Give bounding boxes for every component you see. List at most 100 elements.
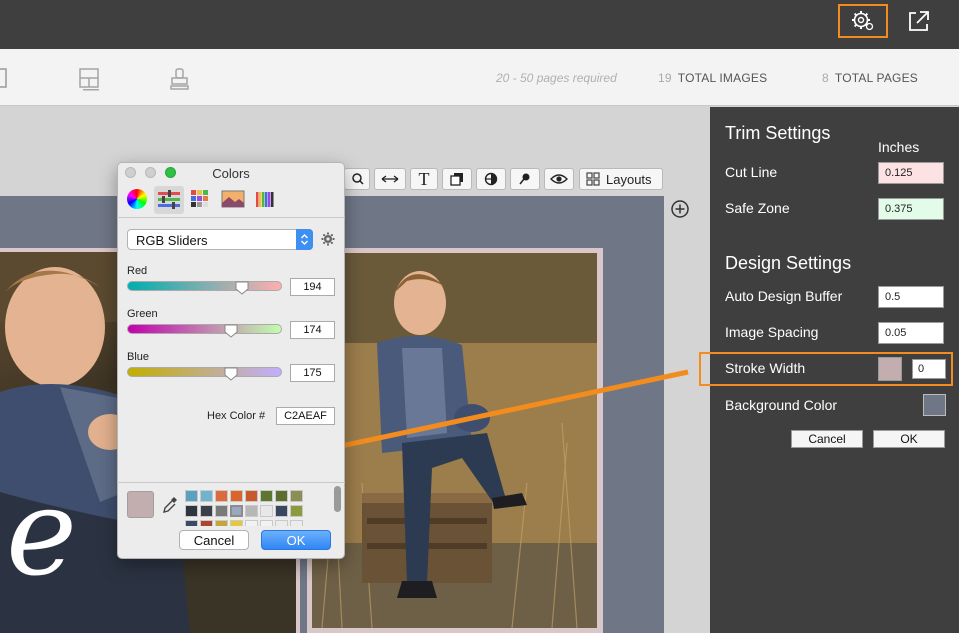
pencils-tab[interactable] — [255, 189, 277, 209]
current-color-well[interactable] — [127, 491, 154, 518]
dialog-ok-button[interactable]: OK — [261, 530, 331, 550]
script-text-overlay[interactable]: e — [6, 474, 77, 594]
color-swatch[interactable] — [290, 520, 303, 526]
color-swatch[interactable] — [200, 520, 213, 526]
dialog-options-button[interactable] — [321, 232, 335, 246]
color-wheel-tab[interactable] — [127, 189, 147, 209]
color-swatch[interactable] — [230, 490, 243, 502]
layout-tool[interactable] — [78, 66, 102, 92]
total-pages-stat: 8 TOTAL PAGES — [822, 71, 918, 85]
eye-icon — [550, 174, 568, 184]
color-swatch[interactable] — [230, 520, 243, 526]
mode-select-stepper[interactable] — [296, 229, 313, 250]
zoom-tool-button[interactable] — [344, 168, 370, 190]
green-slider[interactable] — [127, 324, 282, 334]
green-value-input[interactable]: 174 — [290, 321, 335, 339]
half-circle-icon — [484, 172, 498, 186]
cut-line-input[interactable]: 0.125 — [878, 162, 944, 184]
total-images-count: 19 — [658, 71, 672, 85]
color-swatch[interactable] — [200, 505, 213, 517]
total-pages-count: 8 — [822, 71, 829, 85]
layout-grid-icon — [79, 68, 99, 91]
slider-thumb-icon — [235, 281, 249, 295]
image-spacing-label: Image Spacing — [725, 324, 819, 340]
blue-slider[interactable] — [127, 367, 282, 377]
red-slider[interactable] — [127, 281, 282, 291]
blue-label: Blue — [127, 351, 150, 363]
color-swatch[interactable] — [275, 505, 288, 517]
color-swatch[interactable] — [245, 490, 258, 502]
arrange-tool-button[interactable] — [442, 168, 472, 190]
stroke-width-input[interactable]: 0 — [912, 359, 946, 379]
color-swatch[interactable] — [290, 490, 303, 502]
color-swatch[interactable] — [245, 505, 258, 517]
pages-tool[interactable] — [0, 66, 20, 92]
color-palettes-tab[interactable] — [190, 189, 210, 209]
blue-value-input[interactable]: 175 — [290, 364, 335, 382]
color-swatch[interactable] — [215, 490, 228, 502]
external-link-icon — [909, 11, 929, 31]
stroke-color-swatch[interactable] — [878, 357, 902, 381]
grid-icon — [586, 172, 600, 186]
color-swatch[interactable] — [230, 505, 243, 517]
color-swatch[interactable] — [275, 490, 288, 502]
color-swatch[interactable] — [260, 490, 273, 502]
settings-button[interactable] — [838, 4, 888, 38]
color-swatch[interactable] — [185, 520, 198, 526]
width-tool-button[interactable] — [374, 168, 406, 190]
layouts-button[interactable]: Layouts — [579, 168, 663, 190]
image-palettes-tab[interactable] — [221, 189, 245, 209]
pin-tool-button[interactable] — [510, 168, 540, 190]
auto-design-buffer-input[interactable]: 0.5 — [878, 286, 944, 308]
color-swatch[interactable] — [275, 520, 288, 526]
color-swatch[interactable] — [290, 505, 303, 517]
auto-design-buffer-label: Auto Design Buffer — [725, 288, 843, 304]
color-swatch[interactable] — [215, 505, 228, 517]
total-pages-label: TOTAL PAGES — [834, 71, 918, 85]
text-tool-button[interactable]: T — [410, 168, 438, 190]
horizontal-arrows-icon — [381, 175, 399, 183]
color-swatch[interactable] — [260, 520, 273, 526]
blue-slider-thumb[interactable] — [224, 367, 238, 381]
color-sliders-tab[interactable] — [154, 186, 184, 214]
color-swatch[interactable] — [215, 520, 228, 526]
background-color-swatch[interactable] — [923, 394, 946, 416]
preview-tool-button[interactable] — [544, 168, 574, 190]
color-swatch[interactable] — [245, 520, 258, 526]
panel-cancel-button[interactable]: Cancel — [791, 430, 863, 448]
filter-tool-button[interactable] — [476, 168, 506, 190]
safe-zone-label: Safe Zone — [725, 200, 790, 216]
color-swatch[interactable] — [200, 490, 213, 502]
swatch-grid[interactable] — [185, 490, 313, 526]
top-bar — [0, 0, 959, 49]
colors-dialog-title: Colors — [212, 166, 250, 181]
slider-thumb-icon — [224, 367, 238, 381]
safe-zone-input[interactable]: 0.375 — [878, 198, 944, 220]
swatch-scrollbar[interactable] — [334, 486, 341, 512]
color-swatch[interactable] — [260, 505, 273, 517]
pages-icon — [0, 68, 7, 88]
color-swatch[interactable] — [185, 505, 198, 517]
stamp-tool[interactable] — [168, 66, 192, 92]
eyedropper-icon — [163, 497, 177, 513]
red-value-input[interactable]: 194 — [290, 278, 335, 296]
image-spacing-input[interactable]: 0.05 — [878, 322, 944, 344]
design-settings-title: Design Settings — [725, 253, 852, 273]
green-slider-thumb[interactable] — [224, 324, 238, 338]
red-slider-thumb[interactable] — [235, 281, 249, 295]
dialog-cancel-button[interactable]: Cancel — [179, 530, 249, 550]
color-swatch[interactable] — [185, 490, 198, 502]
dialog-divider — [117, 217, 345, 218]
layouts-label: Layouts — [606, 171, 652, 187]
image-palette-icon — [221, 190, 245, 208]
eyedropper-button[interactable] — [162, 496, 178, 514]
background-color-label: Background Color — [725, 397, 838, 413]
sliders-icon — [158, 190, 180, 209]
color-mode-value: RGB Sliders — [136, 233, 208, 248]
add-page-button[interactable] — [670, 199, 690, 219]
panel-ok-button[interactable]: OK — [873, 430, 945, 448]
color-mode-select[interactable]: RGB Sliders — [127, 229, 313, 250]
stroke-width-label: Stroke Width — [725, 360, 806, 376]
hex-color-input[interactable]: C2AEAF — [276, 407, 335, 425]
export-button[interactable] — [906, 8, 932, 34]
